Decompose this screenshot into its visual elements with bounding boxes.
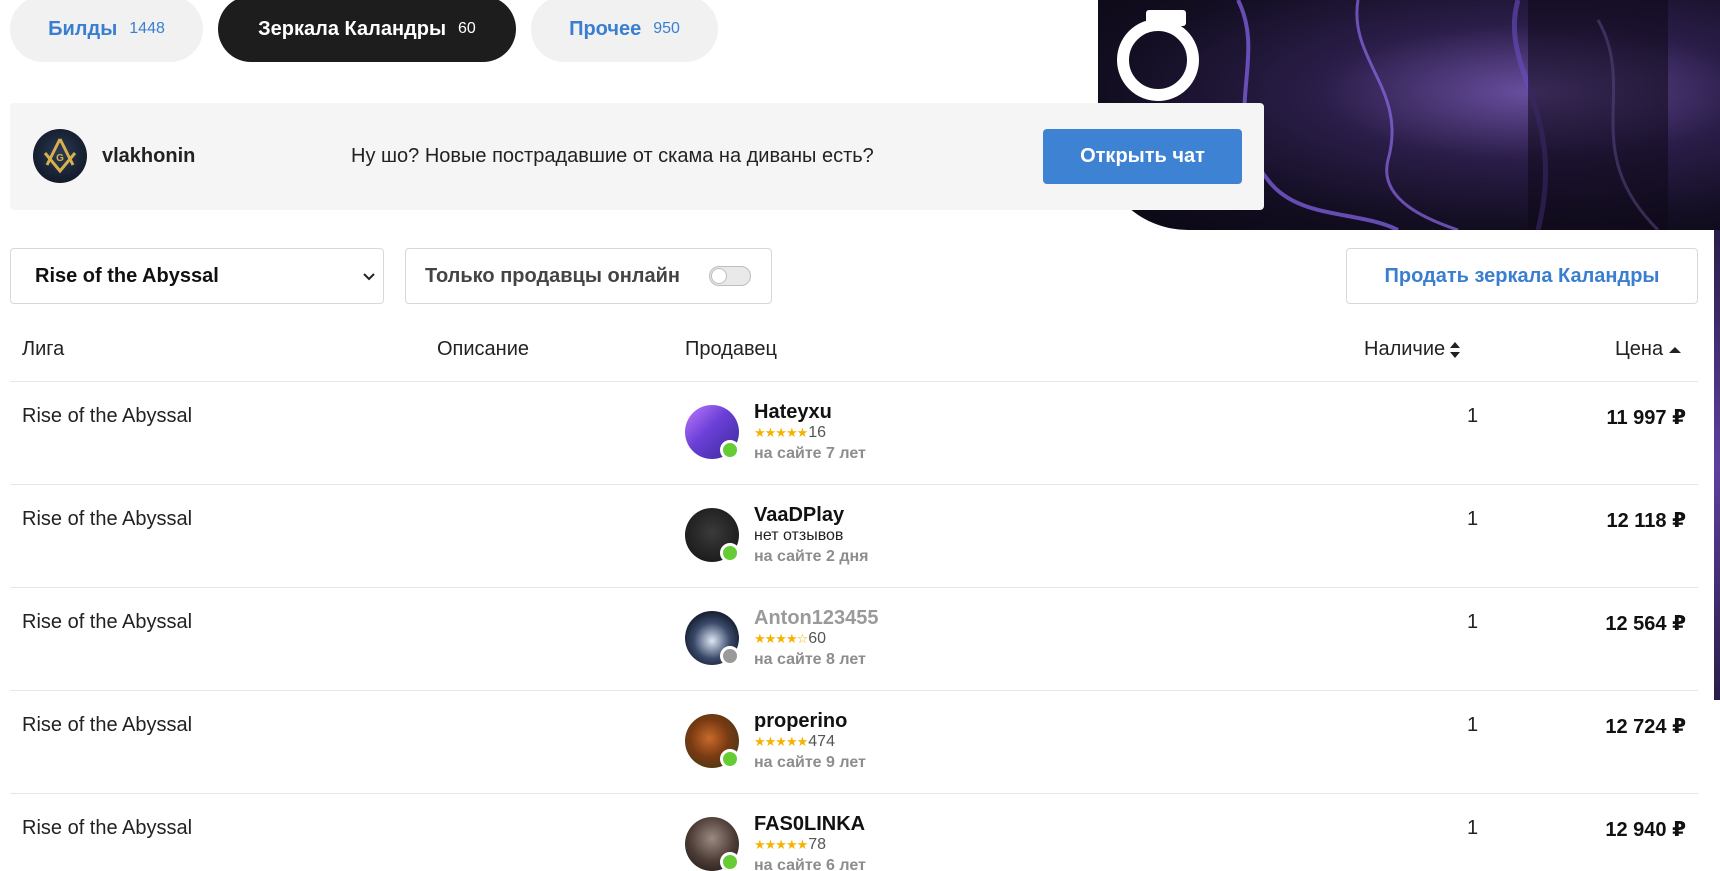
category-tabs: Билды 1448 Зеркала Каландры 60 Прочее 95… [10,0,718,62]
offers-table: Лига Описание Продавец Наличие Цена Rise… [10,326,1698,871]
column-seller: Продавец [685,338,777,360]
seller-since: на сайте 2 дня [754,548,869,565]
cell-price[interactable]: 12 564 ₽ [1605,611,1686,636]
chat-message: Ну шо? Новые пострадавшие от скама на ди… [351,145,874,167]
seller-name[interactable]: VaaDPlay [754,504,844,527]
seller-name[interactable]: Hateyxu [754,401,832,424]
tab-builds[interactable]: Билды 1448 [10,0,203,62]
league-select-value: Rise of the Abyssal [35,264,219,287]
seller-since: на сайте 8 лет [754,651,866,668]
tab-count: 60 [458,20,476,37]
avatar[interactable] [685,714,740,769]
seller-rating: ★★★★★ 474 [754,733,835,751]
seller-name[interactable]: FAS0LINKA [754,813,865,836]
league-select[interactable]: Rise of the Abyssal [10,248,384,304]
table-row[interactable]: Rise of the Abyssal Anton123455 ★★★★☆ 60 … [10,588,1698,691]
open-chat-button[interactable]: Открыть чат [1043,129,1242,184]
masonic-emblem-icon: G [43,138,77,174]
tab-label: Прочее [569,17,642,40]
sort-asc-icon [1669,346,1682,353]
review-count: 16 [808,424,827,441]
table-row[interactable]: Rise of the Abyssal FAS0LINKA ★★★★★ 78 на… [10,794,1698,871]
table-row[interactable]: Rise of the Abyssal Hateyxu ★★★★★ 16 на с… [10,382,1698,485]
online-status-icon [720,749,740,769]
seller-since: на сайте 9 лет [754,754,866,771]
cell-stock: 1 [1467,611,1479,633]
table-header: Лига Описание Продавец Наличие Цена [10,326,1698,382]
cell-league: Rise of the Abyssal [22,817,193,839]
review-count: 474 [808,733,835,750]
review-count: нет отзывов [754,527,844,544]
column-league: Лига [22,338,65,360]
sort-both-icon [1450,341,1461,358]
offline-status-icon [720,646,740,666]
table-row[interactable]: Rise of the Abyssal properino ★★★★★ 474 н… [10,691,1698,794]
avatar[interactable] [685,508,740,563]
chevron-down-icon [363,273,375,281]
chat-preview: G vlakhonin Ну шо? Новые пострадавшие от… [10,103,1264,210]
seller-rating: ★★★★☆ 60 [754,630,826,648]
banner-edge [1714,230,1720,700]
online-status-icon [720,543,740,563]
cell-league: Rise of the Abyssal [22,611,193,633]
column-price-label: Цена [1615,338,1664,360]
tab-other[interactable]: Прочее 950 [531,0,718,62]
svg-text:G: G [56,153,64,164]
tab-count: 1448 [129,20,165,37]
avatar[interactable] [685,817,740,871]
online-filter-label: Только продавцы онлайн [425,264,680,287]
table-row[interactable]: Rise of the Abyssal VaaDPlay нет отзывов… [10,485,1698,588]
cell-stock: 1 [1467,817,1479,839]
seller-rating: ★★★★★ 78 [754,836,826,854]
cell-price[interactable]: 11 997 ₽ [1606,405,1686,430]
column-stock-sort[interactable]: Наличие [1364,338,1461,361]
seller-name[interactable]: properino [754,710,847,733]
tab-count: 950 [653,20,680,37]
column-stock-label: Наличие [1364,338,1446,360]
sell-button-label: Продать зеркала Каландры [1384,264,1660,287]
cell-stock: 1 [1467,508,1479,530]
rating-stars-icon: ★★★★★ [754,734,808,749]
cell-league: Rise of the Abyssal [22,714,193,736]
seller-since: на сайте 7 лет [754,445,866,462]
avatar[interactable] [685,405,740,460]
seller-rating: ★★★★★ 16 [754,424,826,442]
cell-price[interactable]: 12 940 ₽ [1605,817,1686,842]
seller-since: на сайте 6 лет [754,857,866,871]
cell-stock: 1 [1467,405,1479,427]
tab-kalandra-mirrors[interactable]: Зеркала Каландры 60 [218,0,516,62]
rating-stars-icon: ★★★★★ [754,425,808,440]
toggle-knob [711,268,727,284]
cell-league: Rise of the Abyssal [22,405,193,427]
tab-label: Билды [48,17,118,40]
seller-name[interactable]: Anton123455 [754,607,879,630]
online-sellers-filter[interactable]: Только продавцы онлайн [405,248,772,304]
online-status-icon [720,852,740,871]
chat-username[interactable]: vlakhonin [102,145,195,168]
rating-stars-icon: ★★★★☆ [754,631,808,646]
online-toggle[interactable] [709,266,751,286]
cell-league: Rise of the Abyssal [22,508,193,530]
cell-stock: 1 [1467,714,1479,736]
sell-mirrors-button[interactable]: Продать зеркала Каландры [1346,248,1698,304]
column-price-sort[interactable]: Цена [1615,338,1682,361]
avatar[interactable]: G [33,129,87,183]
seller-rating: нет отзывов [754,527,843,545]
rating-stars-icon: ★★★★★ [754,837,808,852]
cell-price[interactable]: 12 118 ₽ [1606,508,1686,533]
online-status-icon [720,440,740,460]
avatar[interactable] [685,611,740,666]
column-description: Описание [437,338,530,360]
review-count: 60 [808,630,827,647]
cell-price[interactable]: 12 724 ₽ [1605,714,1686,739]
review-count: 78 [808,836,827,853]
tab-label: Зеркала Каландры [258,17,447,40]
